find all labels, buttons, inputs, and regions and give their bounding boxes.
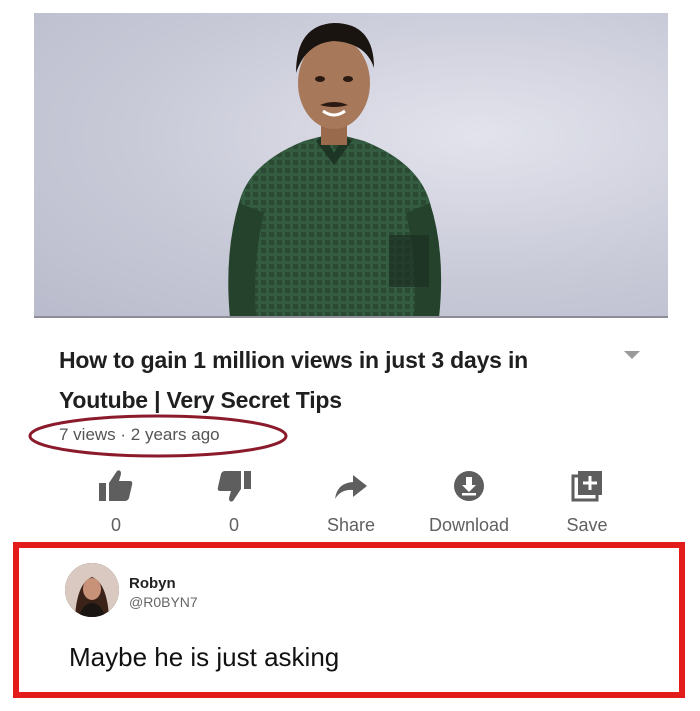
share-arrow-icon xyxy=(335,475,367,499)
save-button[interactable]: Save xyxy=(532,463,642,536)
person-photo xyxy=(228,23,442,318)
thumbs-down-icon xyxy=(217,471,251,502)
dislike-button[interactable]: 0 xyxy=(179,463,289,536)
avatar-photo xyxy=(65,563,119,617)
tweet-author-name[interactable]: Robyn xyxy=(129,575,176,592)
tweet-author-handle[interactable]: @R0BYN7 xyxy=(129,594,198,610)
like-count: 0 xyxy=(110,515,121,535)
video-card: How to gain 1 million views in just 3 da… xyxy=(28,13,668,543)
save-label: Save xyxy=(566,515,608,535)
tweet-card: Robyn @R0BYN7 Maybe he is just asking xyxy=(13,542,685,698)
add-to-playlist-icon xyxy=(571,471,602,502)
tweet-text: Maybe he is just asking xyxy=(69,642,340,672)
download-button[interactable]: Download xyxy=(414,463,524,536)
dislike-count: 0 xyxy=(228,515,239,535)
share-button[interactable]: Share xyxy=(296,463,406,536)
view-count-and-date: 7 views · 2 years ago xyxy=(59,425,220,444)
progress-track xyxy=(34,316,668,318)
thumbs-up-icon xyxy=(99,470,133,501)
video-title-line-1: How to gain 1 million views in just 3 da… xyxy=(59,347,528,373)
video-thumbnail[interactable] xyxy=(34,13,668,318)
download-label: Download xyxy=(428,515,510,535)
like-button[interactable]: 0 xyxy=(61,463,171,536)
video-title: How to gain 1 million views in just 3 da… xyxy=(59,340,604,420)
download-icon xyxy=(454,471,484,501)
share-label: Share xyxy=(326,515,376,535)
action-bar: 0 0 Share Download Save xyxy=(34,463,668,543)
dropdown-triangle-icon[interactable] xyxy=(624,351,640,359)
avatar[interactable] xyxy=(65,563,119,617)
